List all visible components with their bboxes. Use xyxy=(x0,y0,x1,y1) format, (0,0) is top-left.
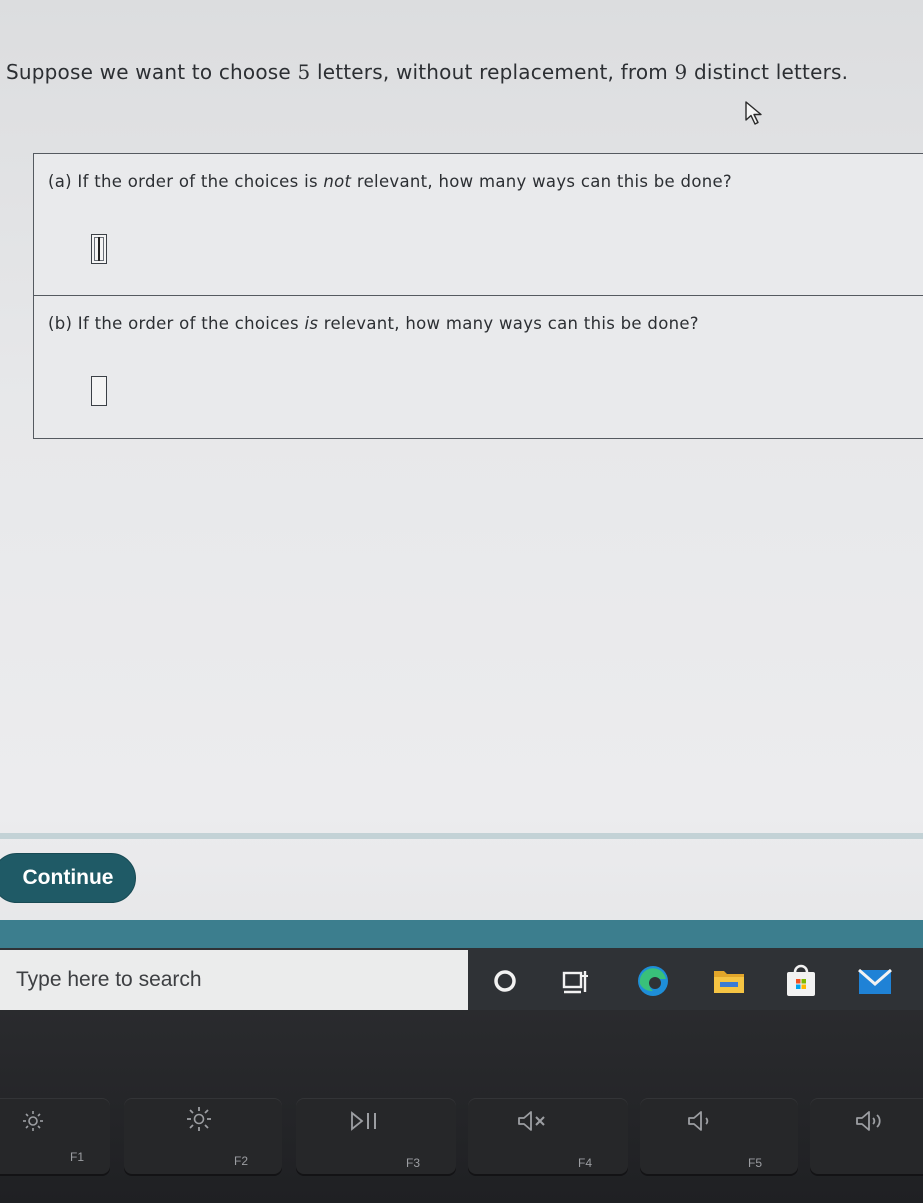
question-prefix: Suppose we want to choose xyxy=(6,60,298,84)
question-text: Suppose we want to choose 5 letters, wit… xyxy=(6,60,848,84)
key-f6[interactable] xyxy=(810,1098,923,1174)
play-pause-icon xyxy=(351,1111,376,1131)
question-middle: letters, without replacement, from xyxy=(310,60,675,84)
mute-icon xyxy=(518,1111,545,1131)
key-f3-label: F3 xyxy=(406,1156,421,1170)
key-f2[interactable]: F2 xyxy=(124,1098,282,1174)
key-f4-label: F4 xyxy=(578,1156,593,1170)
edge-icon[interactable] xyxy=(634,962,672,1000)
key-f3[interactable]: F3 xyxy=(296,1098,456,1174)
mouse-pointer-icon xyxy=(745,101,762,125)
taskbar-search-input[interactable]: Type here to search xyxy=(0,950,468,1010)
part-a-label: (a) xyxy=(48,172,72,191)
part-b: (b) If the order of the choices is relev… xyxy=(34,296,923,437)
question-parts: (a) If the order of the choices is not r… xyxy=(33,153,923,439)
part-b-answer-input[interactable] xyxy=(91,376,107,406)
brightness-up-icon xyxy=(187,1107,211,1131)
key-f5[interactable]: F5 xyxy=(640,1098,798,1174)
file-explorer-icon[interactable] xyxy=(710,962,748,1000)
part-a-after: relevant, how many ways can this be done… xyxy=(351,172,732,191)
screen: Suppose we want to choose 5 letters, wit… xyxy=(0,0,923,1010)
question-k: 5 xyxy=(297,60,311,84)
volume-down-icon xyxy=(688,1111,709,1131)
store-icon[interactable] xyxy=(782,962,820,1000)
part-a-emphasis: not xyxy=(323,172,352,191)
part-b-emphasis: is xyxy=(304,314,319,333)
text-caret xyxy=(98,237,100,261)
footer-divider xyxy=(0,833,923,839)
brightness-down-icon xyxy=(23,1111,43,1131)
part-a: (a) If the order of the choices is not r… xyxy=(34,154,923,296)
volume-up-icon xyxy=(856,1111,881,1131)
key-f5-label: F5 xyxy=(748,1156,763,1170)
mail-icon[interactable] xyxy=(856,962,894,1000)
task-view-icon[interactable] xyxy=(556,962,594,1000)
taskbar: Type here to search xyxy=(0,948,923,1010)
part-b-after: relevant, how many ways can this be done… xyxy=(318,314,699,333)
key-f1[interactable]: F1 xyxy=(0,1098,110,1174)
question-suffix: distinct letters. xyxy=(687,60,849,84)
search-placeholder: Type here to search xyxy=(16,968,202,991)
part-a-answer-input[interactable] xyxy=(91,234,107,264)
question-n: 9 xyxy=(674,60,688,84)
part-a-text: (a) If the order of the choices is not r… xyxy=(48,172,732,191)
laptop-keyboard: F1 F2 F3 F4 F5 xyxy=(0,1010,923,1203)
part-b-text: (b) If the order of the choices is relev… xyxy=(48,314,699,333)
part-b-before: If the order of the choices xyxy=(72,314,305,333)
key-f1-label: F1 xyxy=(70,1150,85,1164)
continue-button[interactable]: Continue xyxy=(0,853,136,903)
key-f2-label: F2 xyxy=(234,1154,249,1168)
part-a-before: If the order of the choices is xyxy=(71,172,324,191)
part-b-label: (b) xyxy=(48,314,73,333)
cortana-icon[interactable] xyxy=(486,962,524,1000)
key-f4[interactable]: F4 xyxy=(468,1098,628,1174)
